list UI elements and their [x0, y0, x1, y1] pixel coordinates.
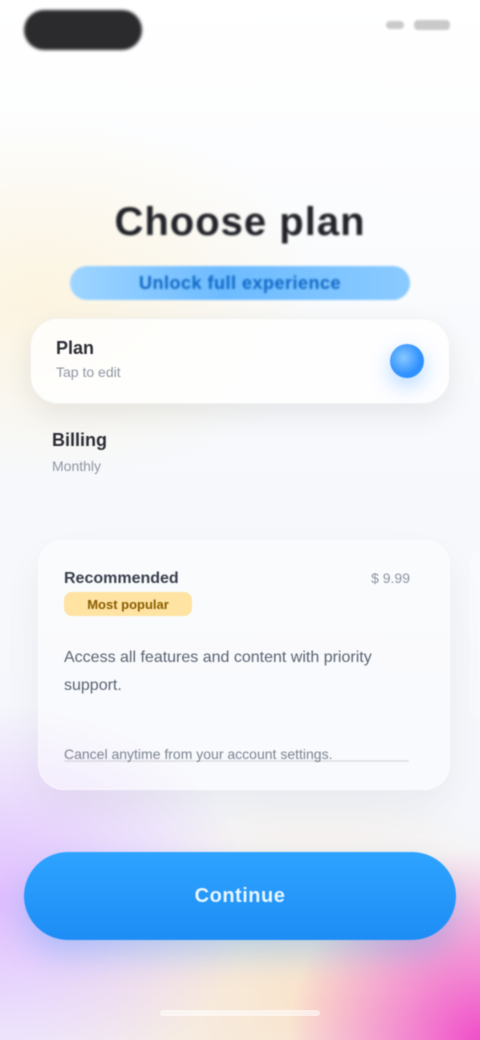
- page-subtitle: Unlock full experience: [70, 266, 410, 300]
- home-indicator: [160, 1010, 320, 1016]
- signal-icon: [386, 21, 404, 29]
- battery-icon: [414, 20, 450, 30]
- status-bar-right: [386, 20, 450, 30]
- plan-badge: Most popular: [64, 592, 192, 616]
- plan-card[interactable]: Recommended $ 9.99 Most popular Access a…: [38, 540, 450, 790]
- billing-section-hint: Monthly: [52, 458, 102, 474]
- plan-divider: [64, 760, 409, 762]
- page-title: Choose plan: [114, 200, 366, 244]
- plan-name: Recommended: [64, 570, 179, 587]
- plan-input-hint: Tap to edit: [56, 364, 121, 380]
- plan-input-card[interactable]: Plan Tap to edit: [30, 318, 450, 404]
- plan-input-label: Plan: [56, 338, 95, 358]
- next-plan-card-peek[interactable]: [470, 550, 480, 720]
- continue-button[interactable]: Continue: [24, 852, 456, 940]
- plan-price: $ 9.99: [371, 570, 410, 586]
- dynamic-island: [24, 10, 142, 50]
- selection-indicator-icon[interactable]: [390, 344, 424, 378]
- billing-section-title: Billing: [52, 430, 107, 450]
- plan-description: Access all features and content with pri…: [64, 649, 372, 694]
